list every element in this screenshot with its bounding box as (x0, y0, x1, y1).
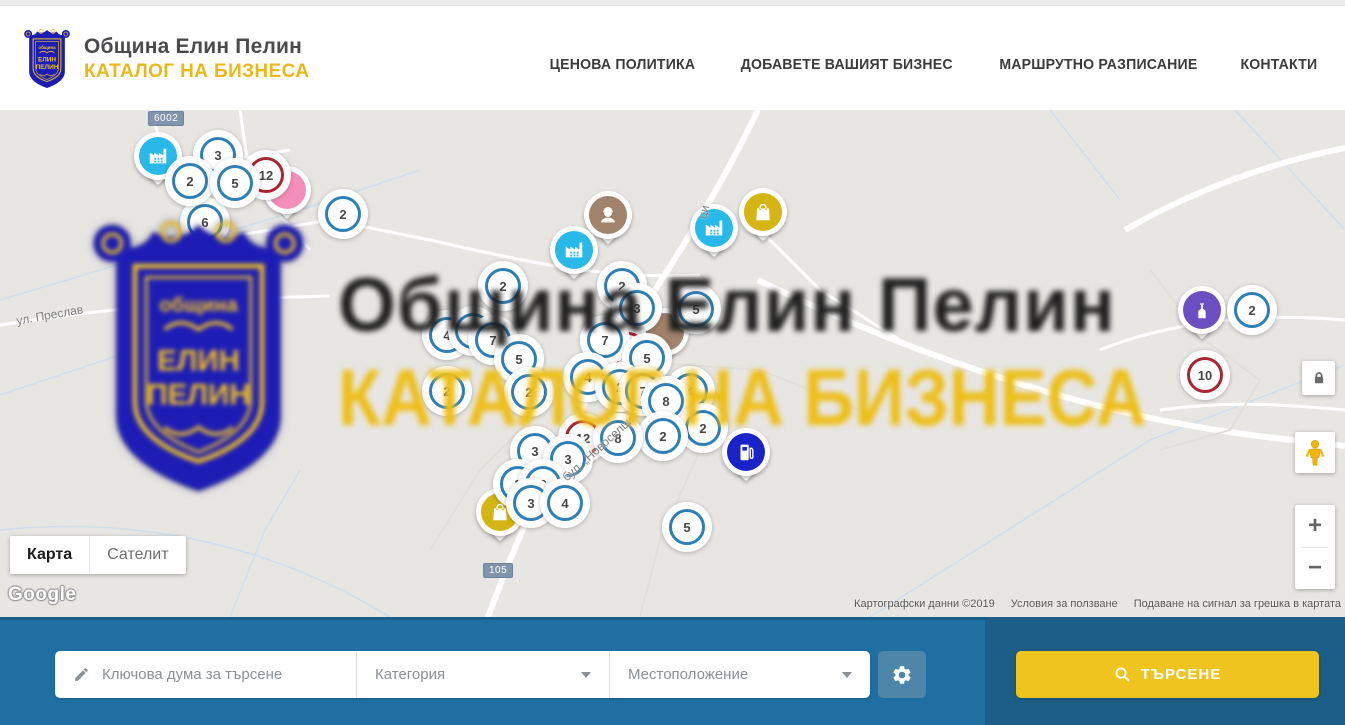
pencil-icon (73, 666, 90, 683)
advanced-search-button[interactable] (878, 651, 926, 698)
road-number-badge: 6002 (148, 111, 184, 126)
map-cluster-marker[interactable]: 2 (318, 189, 368, 239)
map-cluster-marker[interactable]: 5 (210, 158, 260, 208)
zoom-out-button[interactable]: − (1295, 547, 1335, 589)
location-select[interactable]: Местоположение (610, 651, 870, 698)
site-header: община ЕЛИН ПЕЛИН Община Елин Пелин КАТА… (0, 6, 1345, 116)
factory-icon (147, 145, 169, 167)
search-submit-button[interactable]: ТЪРСЕНЕ (1016, 651, 1319, 698)
nav-item-1[interactable]: ДОБАВЕТЕ ВАШИЯТ БИЗНЕС (741, 56, 953, 73)
site-title: Община Елин Пелин (84, 35, 309, 59)
map-cluster-marker[interactable]: 2 (165, 156, 215, 206)
nav-item-3[interactable]: КОНТАКТИ (1241, 56, 1318, 73)
watermark-crest: община ЕЛИН ПЕЛИН (85, 213, 312, 503)
map-cluster-marker[interactable]: 4 (540, 478, 590, 528)
municipality-crest-icon: община ЕЛИН ПЕЛИН (22, 28, 72, 90)
search-submit-label: ТЪРСЕНЕ (1141, 666, 1222, 683)
worker-icon (597, 204, 619, 226)
map-pin-church[interactable] (1178, 286, 1226, 334)
fuel-pump-icon (735, 441, 757, 463)
brand-logo[interactable]: община ЕЛИН ПЕЛИН Община Елин Пелин КАТА… (22, 28, 309, 90)
shopping-bag-icon (752, 201, 774, 223)
map-lock-button[interactable] (1302, 361, 1335, 395)
location-select-value: Местоположение (628, 666, 748, 683)
lock-icon (1312, 371, 1326, 385)
svg-text:ЕЛИН: ЕЛИН (157, 344, 240, 377)
attribution-item-1[interactable]: Условия за ползване (1011, 598, 1118, 610)
map-attribution: Картографски данни ©2019 Условия за ползв… (854, 598, 1341, 610)
pegman-icon (1305, 440, 1325, 466)
nav-item-2[interactable]: МАРШРУТНО РАЗПИСАНИЕ (1000, 56, 1198, 73)
road-number-badge: 105 (483, 563, 513, 578)
watermark-title: Община Елин Пелин (338, 262, 1116, 349)
category-select-value: Категория (375, 666, 445, 683)
church-icon (1191, 299, 1213, 321)
main-nav: ЦЕНОВА ПОЛИТИКА ДОБАВЕТЕ ВАШИЯТ БИЗНЕС МАР… (545, 56, 1320, 73)
map-cluster-marker[interactable]: 5 (662, 502, 712, 552)
attribution-item-0: Картографски данни ©2019 (854, 598, 995, 610)
zoom-in-button[interactable]: + (1295, 505, 1335, 547)
factory-icon (563, 239, 585, 261)
street-view-pegman[interactable] (1295, 432, 1335, 473)
chevron-down-icon (842, 672, 852, 678)
keyword-search-input[interactable] (102, 666, 332, 683)
site-subtitle: КАТАЛОГ НА БИЗНЕСА (84, 61, 309, 83)
attribution-item-2[interactable]: Подаване на сигнал за грешка в картата (1134, 598, 1341, 610)
map-type-toggle: Карта Сателит (10, 536, 186, 574)
svg-text:ПЕЛИН: ПЕЛИН (36, 64, 59, 71)
search-bar: Категория Местоположение ТЪРСЕНЕ (0, 617, 1345, 725)
search-input-group: Категория Местоположение (55, 651, 870, 698)
chevron-down-icon (581, 672, 591, 678)
factory-icon (703, 217, 725, 239)
svg-text:ЕЛИН: ЕЛИН (38, 57, 56, 64)
map-type-satellite-button[interactable]: Сателит (89, 536, 185, 574)
zoom-control: + − (1295, 505, 1335, 589)
watermark-subtitle: КАТАЛОГ НА БИЗНЕСА (338, 352, 1146, 444)
svg-text:община: община (38, 44, 56, 50)
category-select[interactable]: Категория (357, 651, 610, 698)
map-canvas[interactable]: 6321252223546713575242274822128333834521… (0, 110, 1345, 617)
map-cluster-marker[interactable]: 2 (1227, 285, 1277, 335)
search-icon (1114, 666, 1131, 683)
gear-icon (891, 664, 913, 686)
svg-text:ПЕЛИН: ПЕЛИН (146, 379, 250, 412)
map-cluster-marker[interactable]: 10 (1180, 350, 1230, 400)
svg-text:община: община (159, 294, 238, 316)
nav-item-0[interactable]: ЦЕНОВА ПОЛИТИКА (550, 56, 696, 73)
page: община ЕЛИН ПЕЛИН Община Елин Пелин КАТА… (0, 0, 1345, 725)
map-type-map-button[interactable]: Карта (10, 536, 89, 574)
map-pin-bag[interactable] (739, 188, 787, 236)
google-logo[interactable]: Google (8, 584, 76, 606)
keyword-segment (55, 651, 357, 698)
